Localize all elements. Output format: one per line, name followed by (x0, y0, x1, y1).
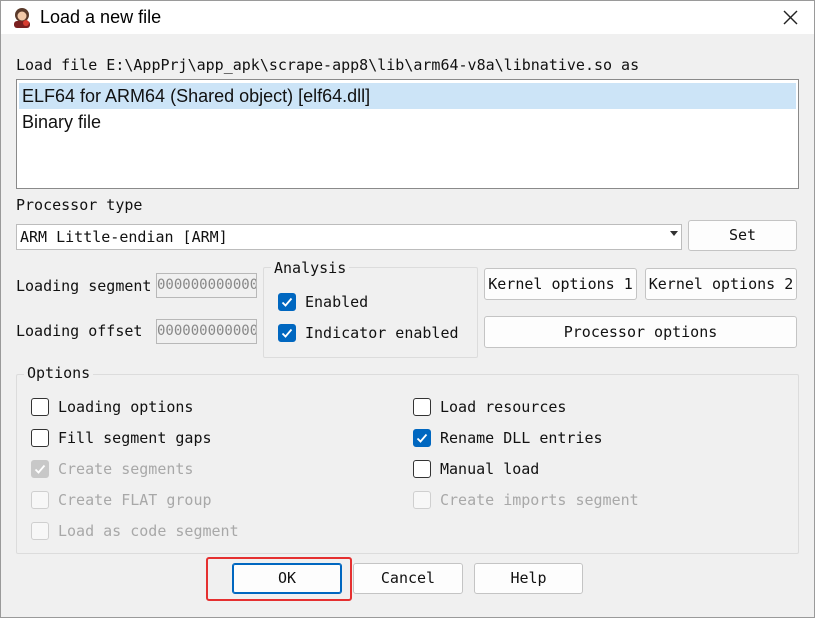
analysis-group (263, 267, 478, 358)
manual-load-label: Manual load (440, 460, 540, 478)
fill-segment-gaps-label: Fill segment gaps (58, 429, 212, 447)
create-flat-group-label: Create FLAT group (58, 491, 212, 509)
create-imports-segment-checkbox (413, 491, 431, 509)
check-icon (34, 464, 46, 474)
fill-segment-gaps-checkbox[interactable] (31, 429, 49, 447)
check-icon (416, 433, 428, 443)
close-icon (783, 10, 798, 25)
enabled-checkbox[interactable] (278, 293, 296, 311)
chevron-down-icon (670, 231, 678, 236)
loading-offset-label: Loading offset (16, 322, 143, 340)
kernel-options-1-button[interactable]: Kernel options 1 (484, 268, 637, 300)
manual-load-checkbox[interactable] (413, 460, 431, 478)
load-file-label: Load file E:\AppPrj\app_apk\scrape-app8\… (16, 56, 640, 74)
close-button[interactable] (771, 1, 811, 34)
loading-offset-field[interactable]: 0000000000000 (156, 319, 257, 344)
create-imports-segment-label: Create imports segment (440, 491, 639, 509)
processor-type-value: ARM Little-endian [ARM] (20, 228, 228, 246)
load-as-code-segment-label: Load as code segment (58, 522, 239, 540)
check-icon (281, 328, 293, 338)
kernel-options-2-button[interactable]: Kernel options 2 (645, 268, 797, 300)
rename-dll-entries-label: Rename DLL entries (440, 429, 603, 447)
title-bar: Load a new file (1, 1, 814, 34)
loading-options-label: Loading options (58, 398, 194, 416)
format-item-elf64[interactable]: ELF64 for ARM64 (Shared object) [elf64.d… (19, 83, 796, 109)
help-button[interactable]: Help (474, 563, 583, 594)
options-group-title: Options (24, 364, 94, 382)
load-file-dialog: Load a new file Load file E:\AppPrj\app_… (0, 0, 815, 618)
format-item-binary[interactable]: Binary file (17, 109, 798, 135)
create-segments-checkbox (31, 460, 49, 478)
check-icon (281, 297, 293, 307)
load-resources-checkbox[interactable] (413, 398, 431, 416)
processor-options-button[interactable]: Processor options (484, 316, 797, 348)
indicator-enabled-label: Indicator enabled (305, 324, 459, 342)
enabled-label: Enabled (305, 293, 369, 311)
load-resources-label: Load resources (440, 398, 567, 416)
cancel-button[interactable]: Cancel (353, 563, 463, 594)
processor-type-select[interactable]: ARM Little-endian [ARM] (16, 224, 682, 250)
create-flat-group-checkbox (31, 491, 49, 509)
indicator-enabled-checkbox[interactable] (278, 324, 296, 342)
load-as-code-segment-checkbox (31, 522, 49, 540)
ok-highlight-annotation (206, 557, 352, 601)
loading-options-checkbox[interactable] (31, 398, 49, 416)
loading-segment-field[interactable]: 0000000000000 (156, 273, 257, 298)
window-title: Load a new file (40, 7, 162, 27)
format-list[interactable]: ELF64 for ARM64 (Shared object) [elf64.d… (16, 79, 799, 189)
ida-app-icon (14, 8, 30, 28)
create-segments-label: Create segments (58, 460, 194, 478)
analysis-group-title: Analysis (271, 259, 350, 277)
rename-dll-entries-checkbox[interactable] (413, 429, 431, 447)
set-button[interactable]: Set (688, 220, 797, 251)
processor-type-label: Processor type (16, 196, 143, 214)
loading-segment-label: Loading segment (16, 277, 152, 295)
